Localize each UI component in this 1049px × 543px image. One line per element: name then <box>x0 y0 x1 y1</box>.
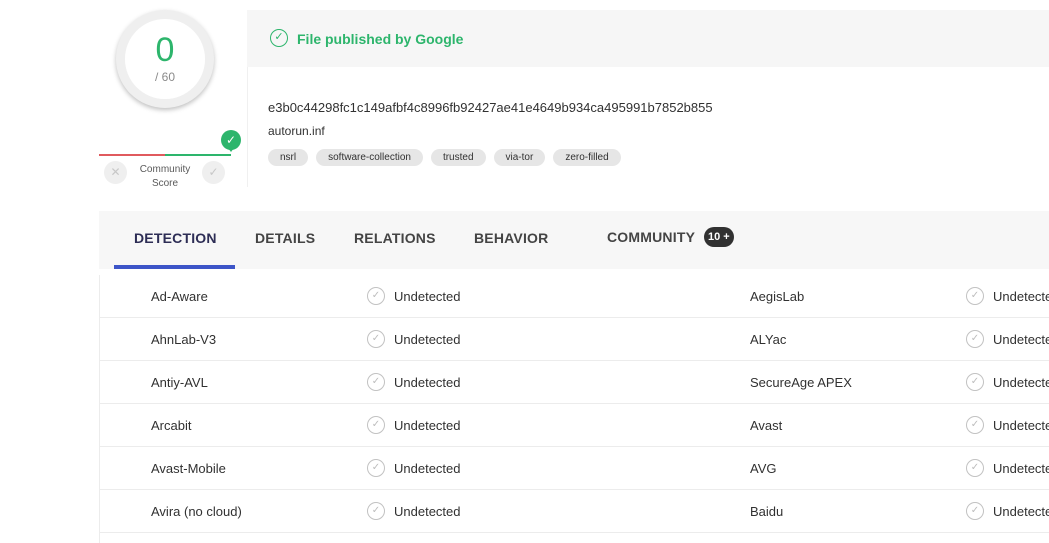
engine-name: Avast <box>750 418 783 433</box>
check-circle-icon: ✓ <box>367 416 385 434</box>
engine-name: AegisLab <box>750 289 805 304</box>
check-circle-icon: ✓ <box>270 29 288 47</box>
tab-detection[interactable]: DETECTION <box>134 211 217 269</box>
score-gauge-inner: 0 / 60 <box>125 19 205 99</box>
community-count-badge: 10 + <box>704 227 734 247</box>
engine-name: Arcabit <box>151 418 192 433</box>
community-score-bar-positive <box>165 154 231 156</box>
vote-harmless-icon[interactable]: ✓ <box>202 161 225 184</box>
tag-software-collection[interactable]: software-collection <box>316 149 423 166</box>
engine-name: Antiy-AVL <box>151 375 208 390</box>
tab-community[interactable]: COMMUNITY <box>607 211 695 269</box>
community-score-bar-negative <box>99 154 165 156</box>
engine-result: Undetected <box>394 289 461 304</box>
check-circle-icon: ✓ <box>966 459 984 477</box>
check-circle-icon: ✓ <box>367 502 385 520</box>
engine-name: Avira (no cloud) <box>151 504 242 519</box>
file-publisher-banner: ✓ File published by Google <box>247 10 1049 67</box>
check-circle-icon: ✓ <box>966 287 984 305</box>
check-circle-icon: ✓ <box>966 330 984 348</box>
check-circle-icon: ✓ <box>966 502 984 520</box>
table-row: Antiy-AVL ✓ Undetected SecureAge APEX ✓ … <box>100 361 1049 404</box>
engine-result: Undetecte <box>993 418 1049 433</box>
tag-via-tor[interactable]: via-tor <box>493 149 546 166</box>
tab-behavior[interactable]: BEHAVIOR <box>474 211 548 269</box>
table-row: AhnLab-V3 ✓ Undetected ALYac ✓ Undetecte <box>100 318 1049 361</box>
engine-result: Undetecte <box>993 375 1049 390</box>
table-row: Arcabit ✓ Undetected Avast ✓ Undetecte <box>100 404 1049 447</box>
engine-result: Undetecte <box>993 289 1049 304</box>
engine-result: Undetected <box>394 418 461 433</box>
table-row: Avira (no cloud) ✓ Undetected Baidu ✓ Un… <box>100 490 1049 533</box>
check-circle-icon: ✓ <box>367 373 385 391</box>
engine-result: Undetecte <box>993 332 1049 347</box>
file-info-panel: e3b0c44298fc1c149afbf4c8996fb92427ae41e4… <box>247 67 1049 187</box>
community-score-label: Community Score <box>139 164 191 189</box>
engine-result: Undetecte <box>993 504 1049 519</box>
publisher-text: File published by Google <box>297 31 464 47</box>
active-tab-indicator <box>114 265 235 269</box>
engine-name: Baidu <box>750 504 784 519</box>
check-circle-icon: ✓ <box>966 373 984 391</box>
engine-result: Undetected <box>394 461 461 476</box>
engine-name: SecureAge APEX <box>750 375 852 390</box>
report-tabs: DETECTION DETAILS RELATIONS BEHAVIOR COM… <box>99 211 1049 269</box>
table-row: Ad-Aware ✓ Undetected AegisLab ✓ Undetec… <box>100 275 1049 318</box>
engine-name: Ad-Aware <box>151 289 208 304</box>
score-total: / 60 <box>154 70 175 84</box>
engine-name: AVG <box>750 461 777 476</box>
detections-table: Ad-Aware ✓ Undetected AegisLab ✓ Undetec… <box>99 275 1049 543</box>
file-hash[interactable]: e3b0c44298fc1c149afbf4c8996fb92427ae41e4… <box>268 100 713 115</box>
engine-name: ALYac <box>750 332 787 347</box>
detection-score-gauge: 0 / 60 <box>116 10 214 108</box>
tab-details[interactable]: DETAILS <box>255 211 315 269</box>
engine-result: Undetected <box>394 375 461 390</box>
engine-name: AhnLab-V3 <box>151 332 217 347</box>
file-name: autorun.inf <box>268 124 325 138</box>
check-circle-icon: ✓ <box>367 459 385 477</box>
engine-result: Undetected <box>394 504 461 519</box>
engine-name: Avast-Mobile <box>151 461 226 476</box>
check-circle-icon: ✓ <box>367 330 385 348</box>
score-positives: 0 <box>155 31 175 69</box>
engine-result: Undetected <box>394 332 461 347</box>
tag-trusted[interactable]: trusted <box>430 149 486 166</box>
engine-result: Undetecte <box>993 461 1049 476</box>
vote-harmful-icon[interactable]: ✕ <box>104 161 127 184</box>
check-circle-icon: ✓ <box>367 287 385 305</box>
table-row: Avast-Mobile ✓ Undetected AVG ✓ Undetect… <box>100 447 1049 490</box>
tab-relations[interactable]: RELATIONS <box>354 211 436 269</box>
tag-zero-filled[interactable]: zero-filled <box>553 149 621 166</box>
file-tags: nsrl software-collection trusted via-tor… <box>268 149 621 166</box>
check-circle-icon: ✓ <box>966 416 984 434</box>
tag-nsrl[interactable]: nsrl <box>268 149 309 166</box>
community-score-check-icon: ✓ <box>221 130 241 152</box>
